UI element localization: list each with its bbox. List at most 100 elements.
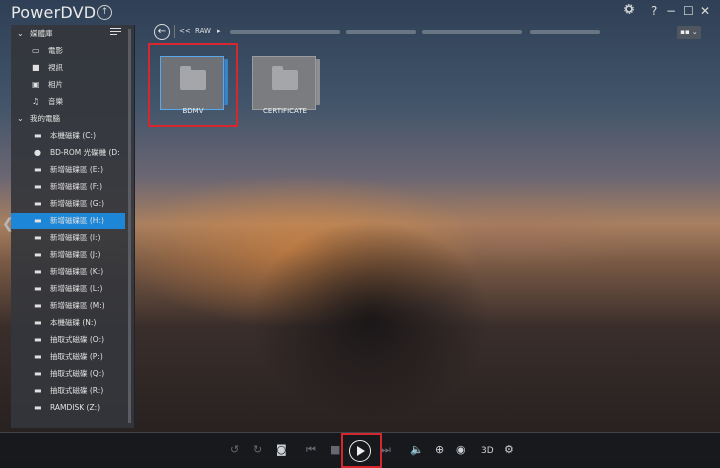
sidebar-item-label: BD-ROM 光碟機 (D:: [50, 148, 120, 157]
drive-icon: ▬: [34, 369, 42, 378]
sidebar-item-media-library[interactable]: ⌄ 媒體庫: [11, 26, 125, 42]
drive-icon: ▬: [34, 352, 42, 361]
drive-icon: ▬: [34, 284, 42, 293]
breadcrumb: ← << RAW ▸: [150, 23, 715, 41]
sidebar-item-drive[interactable]: ▬ RAMDISK (Z:): [11, 400, 125, 416]
sidebar-item-label: 相片: [48, 80, 63, 89]
sidebar-item-my-computer[interactable]: ⌄ 我的電腦: [11, 111, 125, 127]
sidebar-item-drive[interactable]: ▬ 新增磁碟區 (M:): [11, 298, 125, 314]
drive-icon: ▬: [34, 199, 42, 208]
previous-icon[interactable]: ⏮: [306, 444, 316, 456]
drive-icon: ▬: [34, 250, 42, 259]
view-mode-button[interactable]: ▪▪ ⌄: [677, 26, 701, 39]
sidebar-item-label: 本機磁碟 (N:): [50, 318, 97, 327]
sidebar-item-photos[interactable]: ▣ 相片: [11, 77, 125, 93]
sidebar-item-label: 抽取式磁碟 (P:): [50, 352, 103, 361]
drive-icon: ▬: [34, 301, 42, 310]
bookmark-icon[interactable]: ◙: [276, 444, 287, 456]
sidebar-item-label: 新增磁碟區 (G:): [50, 199, 105, 208]
sidebar-item-drive[interactable]: ▬ 抽取式磁碟 (P:): [11, 349, 125, 365]
breadcrumb-path-segment: [230, 30, 340, 34]
minimize-button[interactable]: −: [666, 4, 676, 18]
sidebar-item-drive[interactable]: ▬ 抽取式磁碟 (R:): [11, 383, 125, 399]
sidebar-item-drive[interactable]: ▬ 新增磁碟區 (G:): [11, 196, 125, 212]
drive-icon: ▬: [34, 386, 42, 395]
highlight-box: [341, 433, 382, 468]
disc-icon: ●: [34, 148, 41, 157]
folder-label: CERTIFICATE: [263, 107, 307, 115]
photo-icon: ▣: [32, 80, 40, 89]
folder-icon: [272, 66, 298, 90]
drive-icon: ▬: [34, 131, 42, 140]
film-icon: ▭: [32, 46, 40, 55]
drive-icon: ▬: [34, 267, 42, 276]
back-button[interactable]: ←: [154, 24, 170, 40]
folder-tile-certificate[interactable]: [252, 56, 324, 111]
maximize-button[interactable]: ☐: [683, 4, 694, 18]
settings-gear-icon[interactable]: ⚙: [504, 444, 514, 456]
stop-icon[interactable]: ■: [330, 444, 340, 456]
sidebar-item-label: 新增磁碟區 (L:): [50, 284, 103, 293]
sidebar-item-drive[interactable]: ● BD-ROM 光碟機 (D:: [11, 145, 125, 161]
music-note-icon: ♫: [32, 97, 40, 106]
sidebar-item-label: 新增磁碟區 (F:): [50, 182, 102, 191]
sidebar-item-label: 抽取式磁碟 (Q:): [50, 369, 105, 378]
sidebar-item-label: 音樂: [48, 97, 63, 106]
sidebar-item-drive-selected[interactable]: ▬ 新增磁碟區 (H:): [11, 213, 125, 229]
sidebar-item-label: 新增磁碟區 (I:): [50, 233, 101, 242]
sidebar: ⌄ 媒體庫 ▭ 電影 ■ 視訊 ▣ 相片 ♫ 音樂 ⌄ 我的電腦 ▬ 本機磁碟 (…: [11, 25, 135, 428]
settings-icon[interactable]: [624, 4, 634, 14]
divider: [174, 25, 175, 38]
undo-icon[interactable]: ↺: [230, 444, 239, 456]
sidebar-item-label: 新增磁碟區 (M:): [50, 301, 105, 310]
sidebar-item-label: 新增磁碟區 (J:): [50, 250, 101, 259]
volume-icon[interactable]: 🔈: [410, 444, 424, 456]
sidebar-scrollbar[interactable]: [128, 29, 131, 423]
highlight-box: [148, 43, 238, 127]
sidebar-item-drive[interactable]: ▬ 新增磁碟區 (I:): [11, 230, 125, 246]
breadcrumb-path-segment: [530, 30, 600, 34]
drive-icon: ▬: [34, 318, 42, 327]
sidebar-item-label: 新增磁碟區 (E:): [50, 165, 104, 174]
app-title: PowerDVD: [11, 3, 97, 22]
drive-icon: ▬: [34, 403, 42, 412]
sidebar-item-drive[interactable]: ▬ 新增磁碟區 (E:): [11, 162, 125, 178]
chevron-left-icon[interactable]: ❮: [2, 216, 14, 232]
sidebar-item-label: 本機磁碟 (C:): [50, 131, 96, 140]
sidebar-item-label: RAMDISK (Z:): [50, 403, 101, 412]
sidebar-item-drive[interactable]: ▬ 本機磁碟 (C:): [11, 128, 125, 144]
sidebar-item-drive[interactable]: ▬ 抽取式磁碟 (O:): [11, 332, 125, 348]
drive-icon: ▬: [34, 233, 42, 242]
next-icon[interactable]: ⏭: [381, 444, 391, 456]
breadcrumb-folder[interactable]: RAW: [195, 27, 211, 35]
chevron-down-icon: ⌄: [17, 114, 24, 123]
sidebar-item-drive[interactable]: ▬ 新增磁碟區 (K:): [11, 264, 125, 280]
drive-icon: ▬: [34, 182, 42, 191]
sidebar-item-label: 新增磁碟區 (H:): [50, 216, 104, 225]
zoom-icon[interactable]: ⊕: [435, 444, 444, 456]
eye-icon[interactable]: ◉: [456, 444, 466, 456]
chevron-down-icon: ⌄: [17, 29, 24, 38]
sidebar-item-music[interactable]: ♫ 音樂: [11, 94, 125, 110]
sidebar-item-drive[interactable]: ▬ 新增磁碟區 (J:): [11, 247, 125, 263]
sidebar-item-drive[interactable]: ▬ 新增磁碟區 (L:): [11, 281, 125, 297]
sidebar-item-drive[interactable]: ▬ 抽取式磁碟 (Q:): [11, 366, 125, 382]
help-button[interactable]: ?: [651, 4, 657, 18]
upgrade-icon[interactable]: ↑: [97, 5, 112, 20]
drive-icon: ▬: [34, 216, 42, 225]
sidebar-item-label: 抽取式磁碟 (O:): [50, 335, 105, 344]
sidebar-item-label: 電影: [48, 46, 63, 55]
close-button[interactable]: ✕: [700, 4, 710, 18]
3d-button[interactable]: 3D: [481, 445, 494, 457]
breadcrumb-path-segment: [346, 30, 416, 34]
sidebar-item-label: 我的電腦: [30, 114, 60, 123]
sidebar-item-videos[interactable]: ■ 視訊: [11, 60, 125, 76]
sidebar-item-label: 媒體庫: [30, 29, 53, 38]
breadcrumb-overflow[interactable]: <<: [179, 27, 191, 35]
sidebar-item-label: 抽取式磁碟 (R:): [50, 386, 104, 395]
redo-icon[interactable]: ↻: [253, 444, 262, 456]
sidebar-item-drive[interactable]: ▬ 本機磁碟 (N:): [11, 315, 125, 331]
sidebar-item-label: 新增磁碟區 (K:): [50, 267, 104, 276]
sidebar-item-drive[interactable]: ▬ 新增磁碟區 (F:): [11, 179, 125, 195]
sidebar-item-movies[interactable]: ▭ 電影: [11, 43, 125, 59]
